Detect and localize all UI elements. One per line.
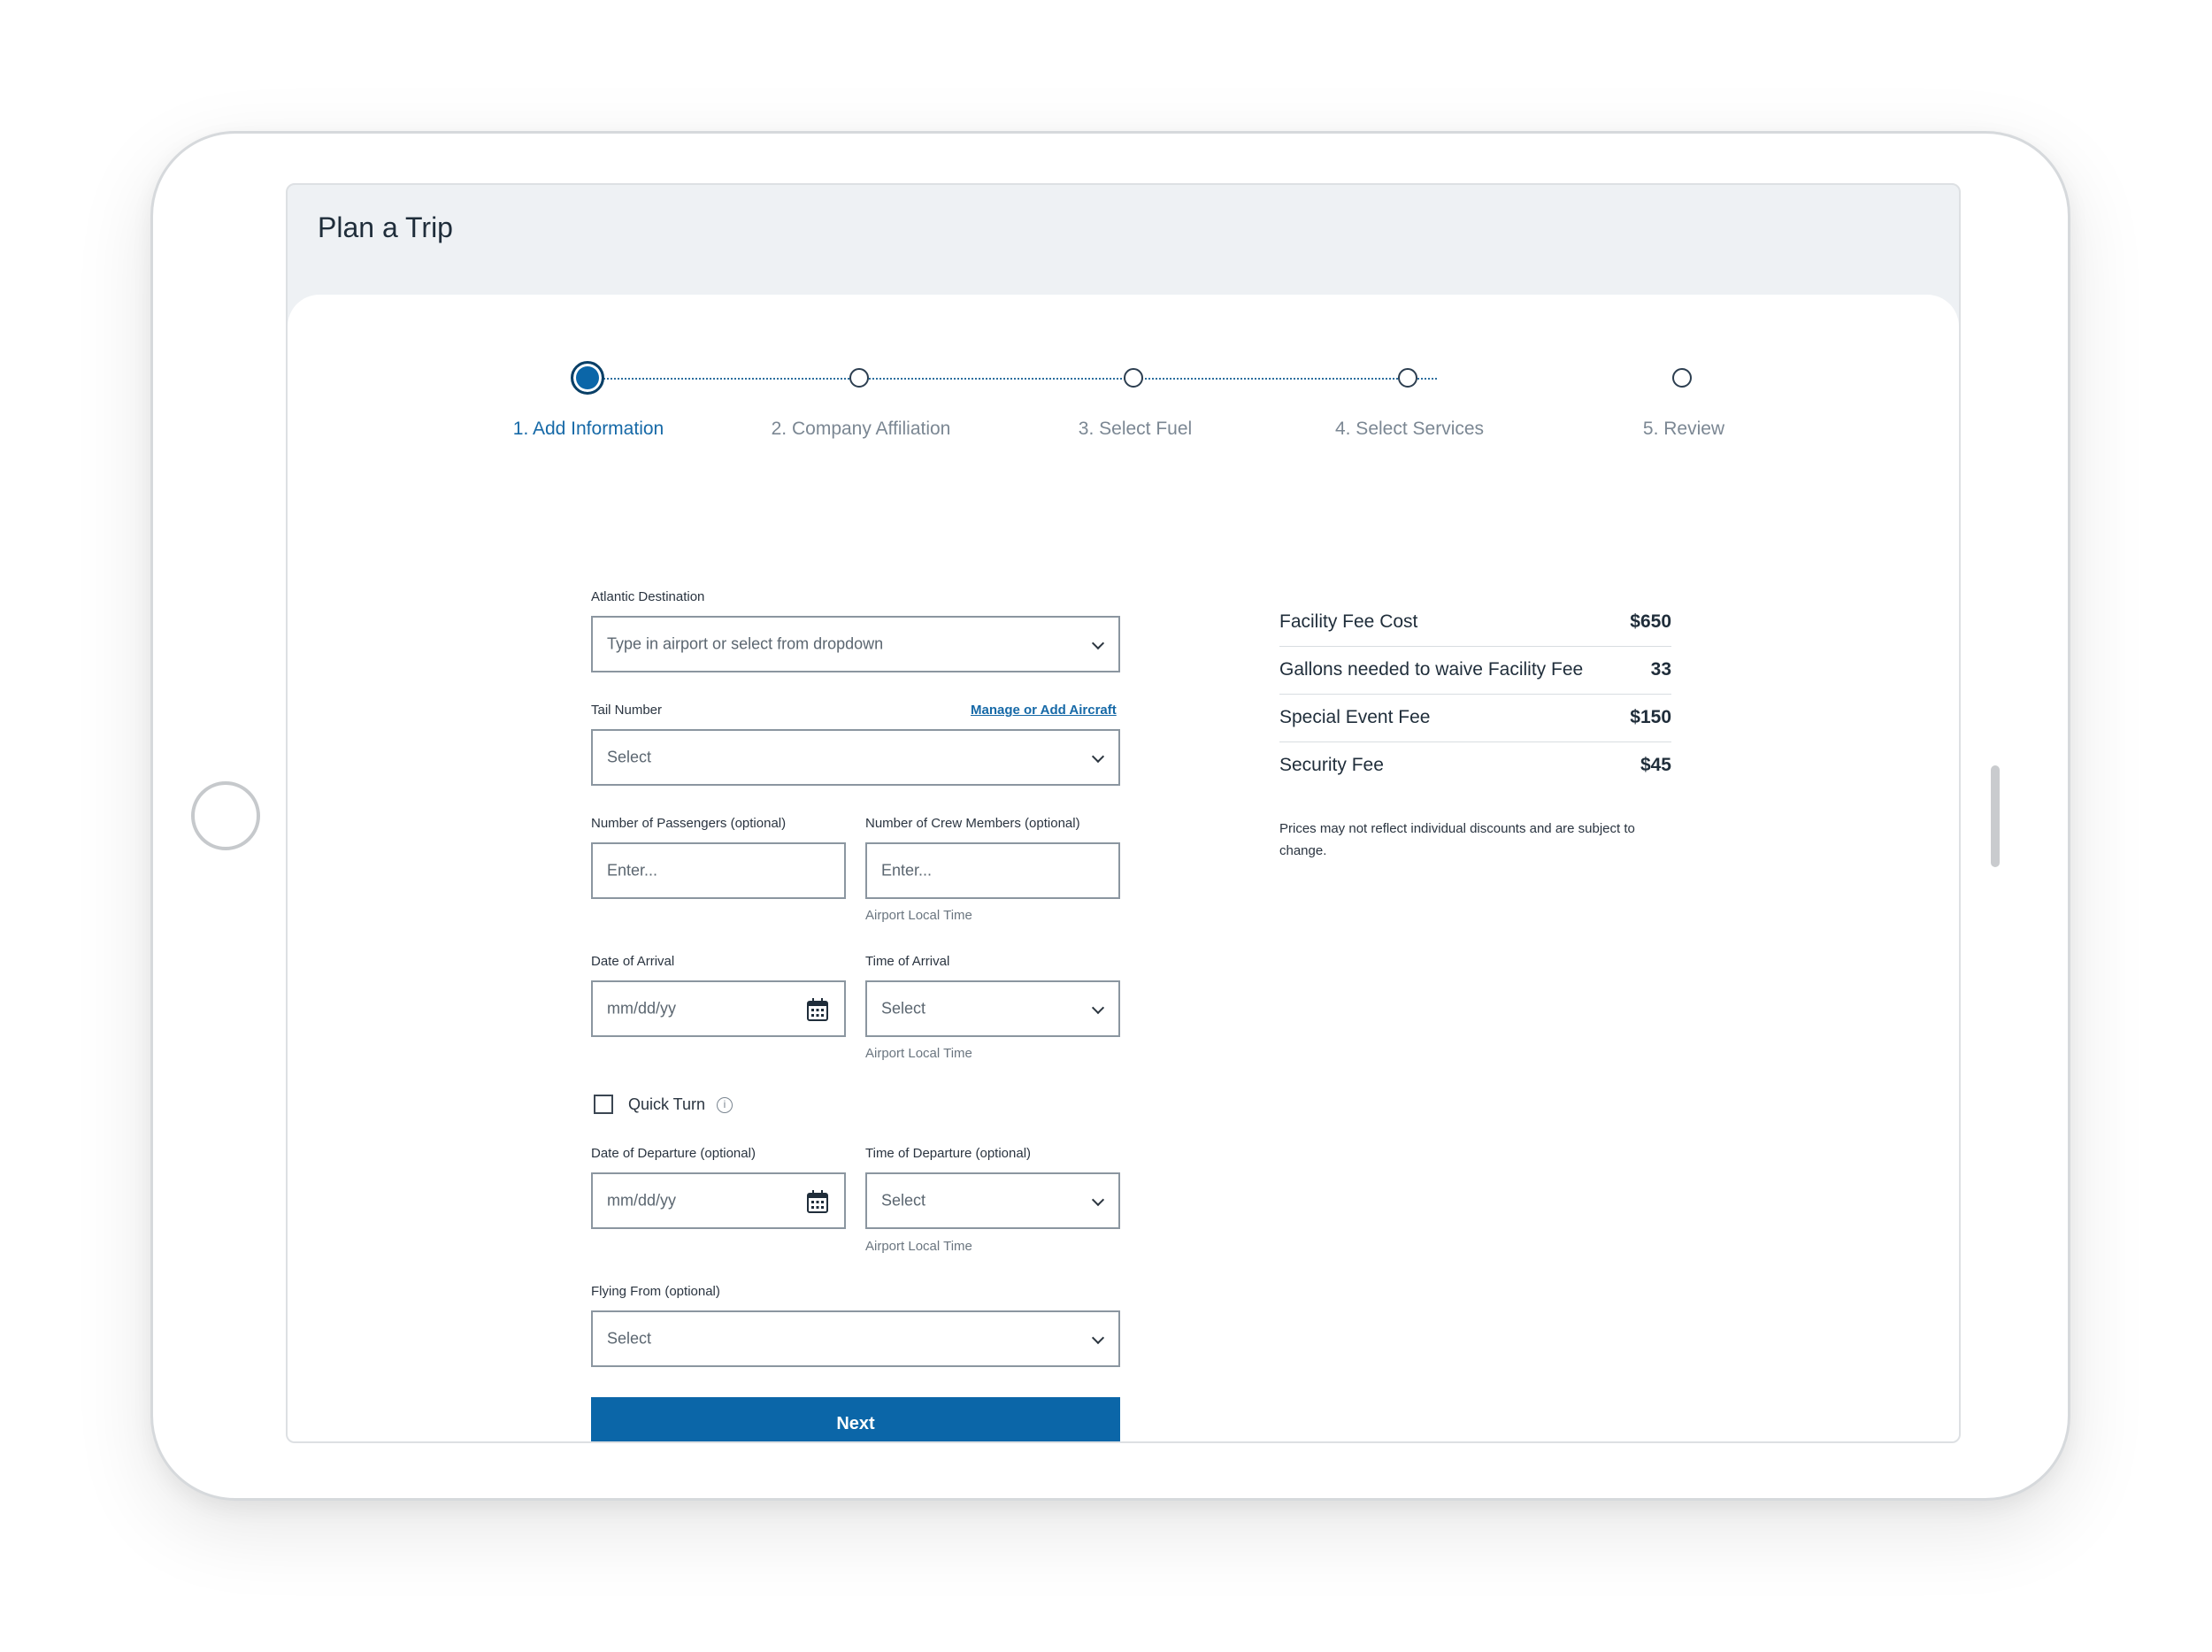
departure-date-placeholder: mm/dd/yy bbox=[607, 1191, 677, 1210]
crew-hint: Airport Local Time bbox=[865, 908, 972, 923]
stepper-track bbox=[603, 378, 1437, 380]
fee-label: Facility Fee Cost bbox=[1279, 611, 1418, 632]
step-dot-3[interactable] bbox=[1124, 368, 1143, 388]
arrival-date-placeholder: mm/dd/yy bbox=[607, 999, 677, 1018]
departure-date-input[interactable]: mm/dd/yy bbox=[591, 1172, 846, 1229]
flying-from-label: Flying From (optional) bbox=[591, 1284, 720, 1299]
step-label-review[interactable]: 5. Review bbox=[1643, 419, 1724, 440]
next-button[interactable]: Next bbox=[591, 1397, 1120, 1441]
arrival-date-label: Date of Arrival bbox=[591, 954, 675, 969]
page-title: Plan a Trip bbox=[318, 211, 453, 243]
departure-time-label: Time of Departure (optional) bbox=[865, 1146, 1032, 1161]
fee-row: Special Event Fee $150 bbox=[1279, 695, 1671, 742]
destination-placeholder: Type in airport or select from dropdown bbox=[607, 634, 884, 653]
crew-input[interactable]: Enter... bbox=[865, 842, 1120, 899]
calendar-icon[interactable] bbox=[807, 998, 828, 1021]
price-disclaimer: Prices may not reflect individual discou… bbox=[1279, 821, 1635, 858]
fee-value: $45 bbox=[1640, 755, 1671, 775]
quick-turn-checkbox[interactable] bbox=[594, 1095, 613, 1114]
crew-placeholder: Enter... bbox=[881, 861, 933, 880]
chevron-down-icon bbox=[1091, 749, 1105, 764]
arrival-time-hint: Airport Local Time bbox=[865, 1046, 972, 1061]
step-dot-5[interactable] bbox=[1672, 368, 1692, 388]
fee-value: $150 bbox=[1630, 707, 1671, 727]
fee-value: 33 bbox=[1650, 659, 1671, 680]
tail-number-label: Tail Number bbox=[591, 703, 663, 718]
chevron-down-icon bbox=[1091, 1193, 1105, 1207]
chevron-down-icon bbox=[1091, 1331, 1105, 1345]
tail-number-value: Select bbox=[607, 748, 652, 766]
home-button-icon[interactable] bbox=[191, 781, 260, 850]
calendar-icon[interactable] bbox=[807, 1190, 828, 1213]
form-card: 1. Add Information 2. Company Affiliatio… bbox=[288, 295, 1959, 1441]
step-dot-1[interactable] bbox=[571, 361, 604, 395]
fee-row: Gallons needed to waive Facility Fee 33 bbox=[1279, 647, 1671, 695]
fee-value: $650 bbox=[1630, 611, 1671, 632]
flying-from-value: Select bbox=[607, 1329, 652, 1348]
destination-select[interactable]: Type in airport or select from dropdown bbox=[591, 616, 1120, 672]
chevron-down-icon bbox=[1091, 636, 1105, 650]
arrival-time-label: Time of Arrival bbox=[865, 954, 950, 969]
destination-label: Atlantic Destination bbox=[591, 589, 705, 604]
step-label-select-services[interactable]: 4. Select Services bbox=[1335, 419, 1484, 440]
step-label-add-information[interactable]: 1. Add Information bbox=[513, 419, 664, 440]
step-label-company-affiliation[interactable]: 2. Company Affiliation bbox=[772, 419, 951, 440]
scrollbar[interactable] bbox=[1991, 765, 2000, 867]
departure-time-select[interactable]: Select bbox=[865, 1172, 1120, 1229]
step-label-select-fuel[interactable]: 3. Select Fuel bbox=[1079, 419, 1192, 440]
departure-time-hint: Airport Local Time bbox=[865, 1239, 972, 1254]
step-dot-2[interactable] bbox=[849, 368, 869, 388]
chevron-down-icon bbox=[1091, 1001, 1105, 1015]
departure-date-label: Date of Departure (optional) bbox=[591, 1146, 756, 1161]
manage-aircraft-link[interactable]: Manage or Add Aircraft bbox=[971, 703, 1117, 718]
step-dot-4[interactable] bbox=[1398, 368, 1417, 388]
arrival-time-value: Select bbox=[881, 999, 926, 1018]
passengers-input[interactable]: Enter... bbox=[591, 842, 846, 899]
departure-time-value: Select bbox=[881, 1191, 926, 1210]
fee-label: Security Fee bbox=[1279, 755, 1384, 775]
passengers-placeholder: Enter... bbox=[607, 861, 658, 880]
fee-label: Special Event Fee bbox=[1279, 707, 1431, 727]
flying-from-select[interactable]: Select bbox=[591, 1310, 1120, 1367]
arrival-date-input[interactable]: mm/dd/yy bbox=[591, 980, 846, 1037]
quick-turn-label[interactable]: Quick Turn bbox=[628, 1095, 705, 1114]
crew-label: Number of Crew Members (optional) bbox=[865, 816, 1080, 831]
info-icon[interactable]: i bbox=[717, 1097, 733, 1113]
tail-number-select[interactable]: Select bbox=[591, 729, 1120, 786]
fee-row: Security Fee $45 bbox=[1279, 742, 1671, 790]
fee-row: Facility Fee Cost $650 bbox=[1279, 599, 1671, 647]
app-screen: Plan a Trip 1. Add Information 2. Compan… bbox=[286, 183, 1961, 1443]
fee-label: Gallons needed to waive Facility Fee bbox=[1279, 659, 1584, 680]
passengers-label: Number of Passengers (optional) bbox=[591, 816, 787, 831]
arrival-time-select[interactable]: Select bbox=[865, 980, 1120, 1037]
